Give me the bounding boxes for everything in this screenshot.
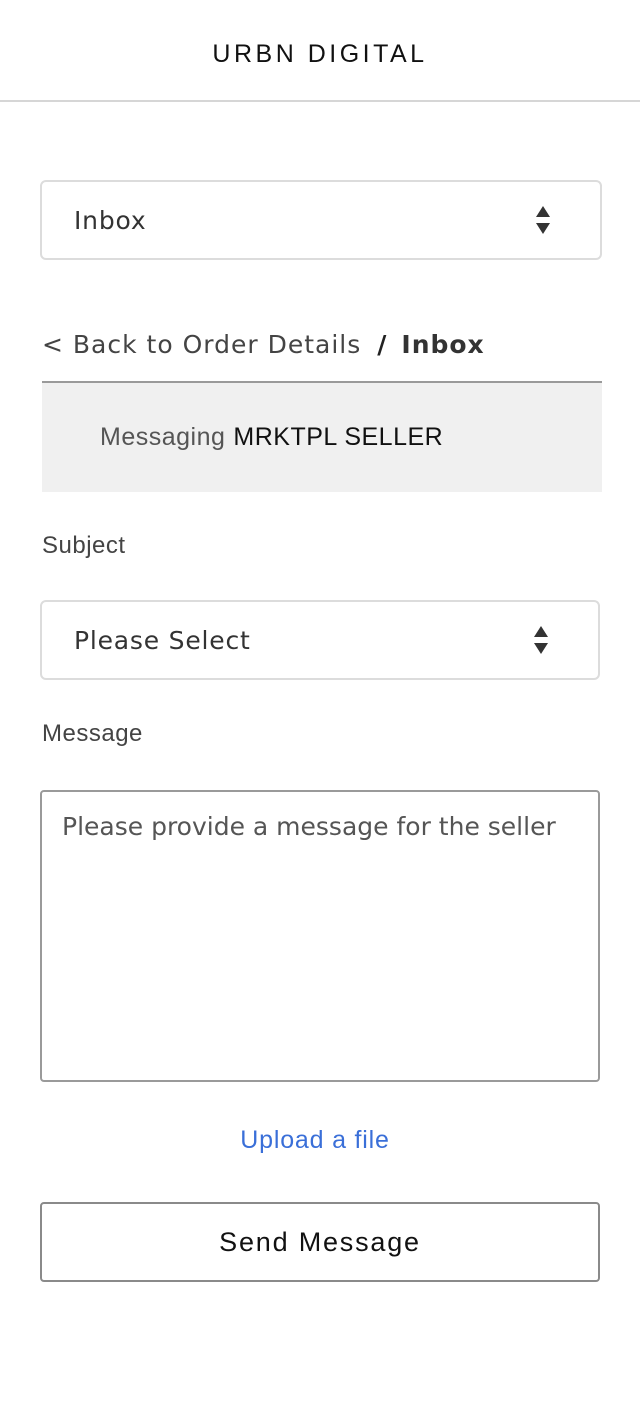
- send-message-button[interactable]: Send Message: [40, 1202, 600, 1282]
- subject-label: Subject: [42, 532, 126, 559]
- breadcrumb: < Back to Order Details / Inbox: [42, 330, 485, 359]
- site-header: URBN DIGITAL: [0, 0, 640, 102]
- messaging-banner: Messaging MRKTPL SELLER: [42, 381, 602, 492]
- upload-file-link[interactable]: Upload a file: [0, 1126, 630, 1155]
- subject-select[interactable]: Please Select: [40, 600, 600, 680]
- breadcrumb-current: Inbox: [401, 330, 485, 359]
- breadcrumb-separator: /: [377, 330, 388, 359]
- select-arrows-icon: [536, 206, 550, 234]
- select-arrows-icon: [534, 626, 548, 654]
- message-textarea[interactable]: [40, 790, 600, 1082]
- brand-logo-text[interactable]: URBN DIGITAL: [212, 40, 427, 69]
- inbox-select[interactable]: Inbox: [40, 180, 602, 260]
- seller-name: MRKTPL SELLER: [233, 423, 444, 451]
- message-label: Message: [42, 720, 143, 747]
- subject-select-value: Please Select: [74, 625, 251, 655]
- inbox-select-value: Inbox: [74, 205, 147, 235]
- back-to-order-details-link[interactable]: < Back to Order Details: [42, 330, 361, 359]
- messaging-prefix: Messaging: [100, 423, 226, 451]
